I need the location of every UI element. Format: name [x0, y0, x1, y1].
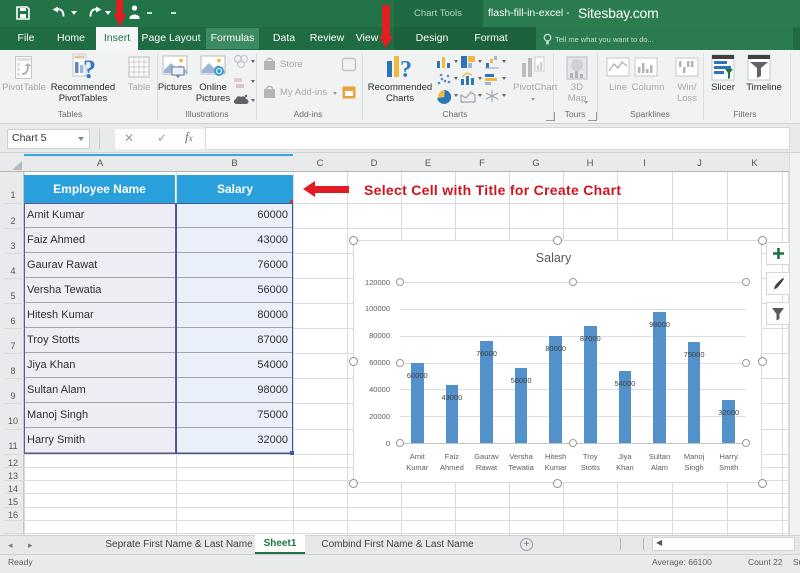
- svg-text:?: ?: [400, 57, 412, 81]
- svg-text:?: ?: [83, 55, 96, 82]
